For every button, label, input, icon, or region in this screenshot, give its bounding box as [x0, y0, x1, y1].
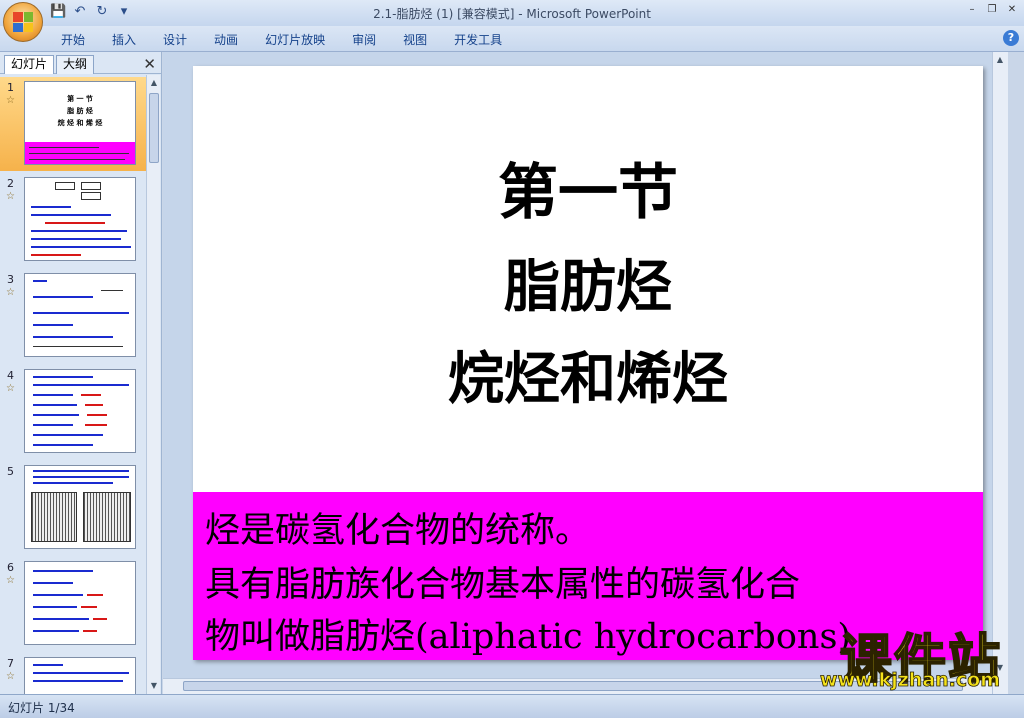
slides-panel: 幻灯片 大纲 ✕ 1 ☆ 第 一 节 脂 肪 烃 烷 烃 和 烯 烃 2 ☆ 3…: [0, 52, 162, 694]
slide-title-line[interactable]: 烷烃和烯烃: [193, 334, 983, 415]
animation-star-icon: ☆: [6, 287, 15, 298]
slide-indicator: 幻灯片 1/34: [8, 701, 75, 715]
slide-number: 3: [7, 273, 14, 286]
thumbnail-list: 1 ☆ 第 一 节 脂 肪 烃 烷 烃 和 烯 烃 2 ☆ 3 ☆ 4 ☆ 5 …: [0, 75, 146, 694]
tab-slides[interactable]: 幻灯片: [4, 55, 55, 74]
slide-thumbnail[interactable]: 1 ☆ 第 一 节 脂 肪 烃 烷 烃 和 烯 烃: [0, 77, 146, 171]
scroll-up-icon[interactable]: ▲: [995, 54, 1005, 66]
animation-star-icon: ☆: [6, 191, 15, 202]
office-logo-icon: [13, 12, 33, 32]
window-controls: – ❐ ✕: [964, 3, 1020, 17]
tab-developer[interactable]: 开发工具: [443, 30, 513, 49]
tab-insert[interactable]: 插入: [101, 30, 147, 49]
close-icon[interactable]: ✕: [143, 55, 156, 73]
thumbnail-preview: [24, 273, 136, 357]
slide-number: 2: [7, 177, 14, 190]
title-bar: 💾 ↶ ↻ ▾ 2.1-脂肪烃 (1) [兼容模式] - Microsoft P…: [0, 0, 1024, 26]
slide-editor: 第一节 脂肪烃 烷烃和烯烃 烃是碳氢化合物的统称。 具有脂肪族化合物基本属性的碳…: [163, 52, 1008, 694]
slide-thumbnail[interactable]: 2 ☆: [0, 173, 146, 267]
animation-star-icon: ☆: [6, 575, 15, 586]
watermark-logo: 课件站 www.kjzhan.com: [762, 617, 1002, 693]
thumb-title-line: 第 一 节: [67, 95, 93, 103]
thumb-title-line: 脂 肪 烃: [67, 107, 93, 115]
slide-thumbnail[interactable]: 6 ☆: [0, 557, 146, 651]
definition-line: 烃是碳氢化合物的统称。: [205, 511, 591, 551]
tab-review[interactable]: 审阅: [341, 30, 387, 49]
slide-title-line[interactable]: 第一节: [193, 144, 983, 231]
panel-tabs: 幻灯片 大纲 ✕: [0, 52, 162, 74]
watermark-url: www.kjzhan.com: [819, 669, 1001, 692]
editor-vertical-scrollbar[interactable]: ▲ ▼: [992, 52, 1008, 694]
slide-number: 6: [7, 561, 14, 574]
scroll-up-icon[interactable]: ▲: [149, 77, 159, 89]
scroll-thumb[interactable]: [149, 93, 159, 163]
thumbnail-preview: [24, 369, 136, 453]
ribbon: 开始 插入 设计 动画 幻灯片放映 审阅 视图 开发工具 ?: [0, 26, 1024, 52]
help-icon[interactable]: ?: [1003, 30, 1019, 46]
thumbnail-preview: [24, 561, 136, 645]
tab-view[interactable]: 视图: [392, 30, 438, 49]
slide-thumbnail[interactable]: 5: [0, 461, 146, 555]
slide-canvas[interactable]: 第一节 脂肪烃 烷烃和烯烃 烃是碳氢化合物的统称。 具有脂肪族化合物基本属性的碳…: [193, 66, 983, 660]
ribbon-tabs: 开始 插入 设计 动画 幻灯片放映 审阅 视图 开发工具: [50, 30, 518, 49]
minimize-icon[interactable]: –: [964, 3, 980, 17]
status-bar: 幻灯片 1/34: [0, 694, 1024, 718]
animation-star-icon: ☆: [6, 671, 15, 682]
scroll-down-icon[interactable]: ▼: [149, 680, 159, 692]
tab-home[interactable]: 开始: [50, 30, 96, 49]
slide-thumbnail[interactable]: 7 ☆: [0, 653, 146, 694]
window-title: 2.1-脂肪烃 (1) [兼容模式] - Microsoft PowerPoin…: [373, 7, 651, 21]
tab-outline[interactable]: 大纲: [56, 55, 95, 74]
definition-line: 具有脂肪族化合物基本属性的碳氢化合: [205, 565, 801, 605]
slide-number: 7: [7, 657, 14, 670]
thumb-magenta-box: [25, 142, 135, 164]
thumbnail-preview: [24, 465, 136, 549]
slide-thumbnail[interactable]: 3 ☆: [0, 269, 146, 363]
thumbnail-preview: 第 一 节 脂 肪 烃 烷 烃 和 烯 烃: [24, 81, 136, 165]
slide-number: 1: [7, 81, 14, 94]
definition-line: 物叫做脂肪烃(aliphatic hydrocarbons): [205, 617, 852, 657]
tab-animations[interactable]: 动画: [203, 30, 249, 49]
slide-number: 5: [7, 465, 14, 478]
thumbnail-preview: [24, 657, 136, 694]
animation-star-icon: ☆: [6, 95, 15, 106]
tab-slideshow[interactable]: 幻灯片放映: [254, 30, 336, 49]
slide-number: 4: [7, 369, 14, 382]
thumbnail-scrollbar[interactable]: ▲ ▼: [146, 75, 160, 694]
close-icon[interactable]: ✕: [1004, 3, 1020, 17]
animation-star-icon: ☆: [6, 383, 15, 394]
restore-icon[interactable]: ❐: [984, 3, 1000, 17]
slide-thumbnail[interactable]: 4 ☆: [0, 365, 146, 459]
thumbnail-preview: [24, 177, 136, 261]
tab-design[interactable]: 设计: [152, 30, 198, 49]
slide-title-line[interactable]: 脂肪烃: [193, 242, 983, 323]
thumb-title-line: 烷 烃 和 烯 烃: [57, 119, 103, 127]
office-button[interactable]: [3, 2, 43, 42]
